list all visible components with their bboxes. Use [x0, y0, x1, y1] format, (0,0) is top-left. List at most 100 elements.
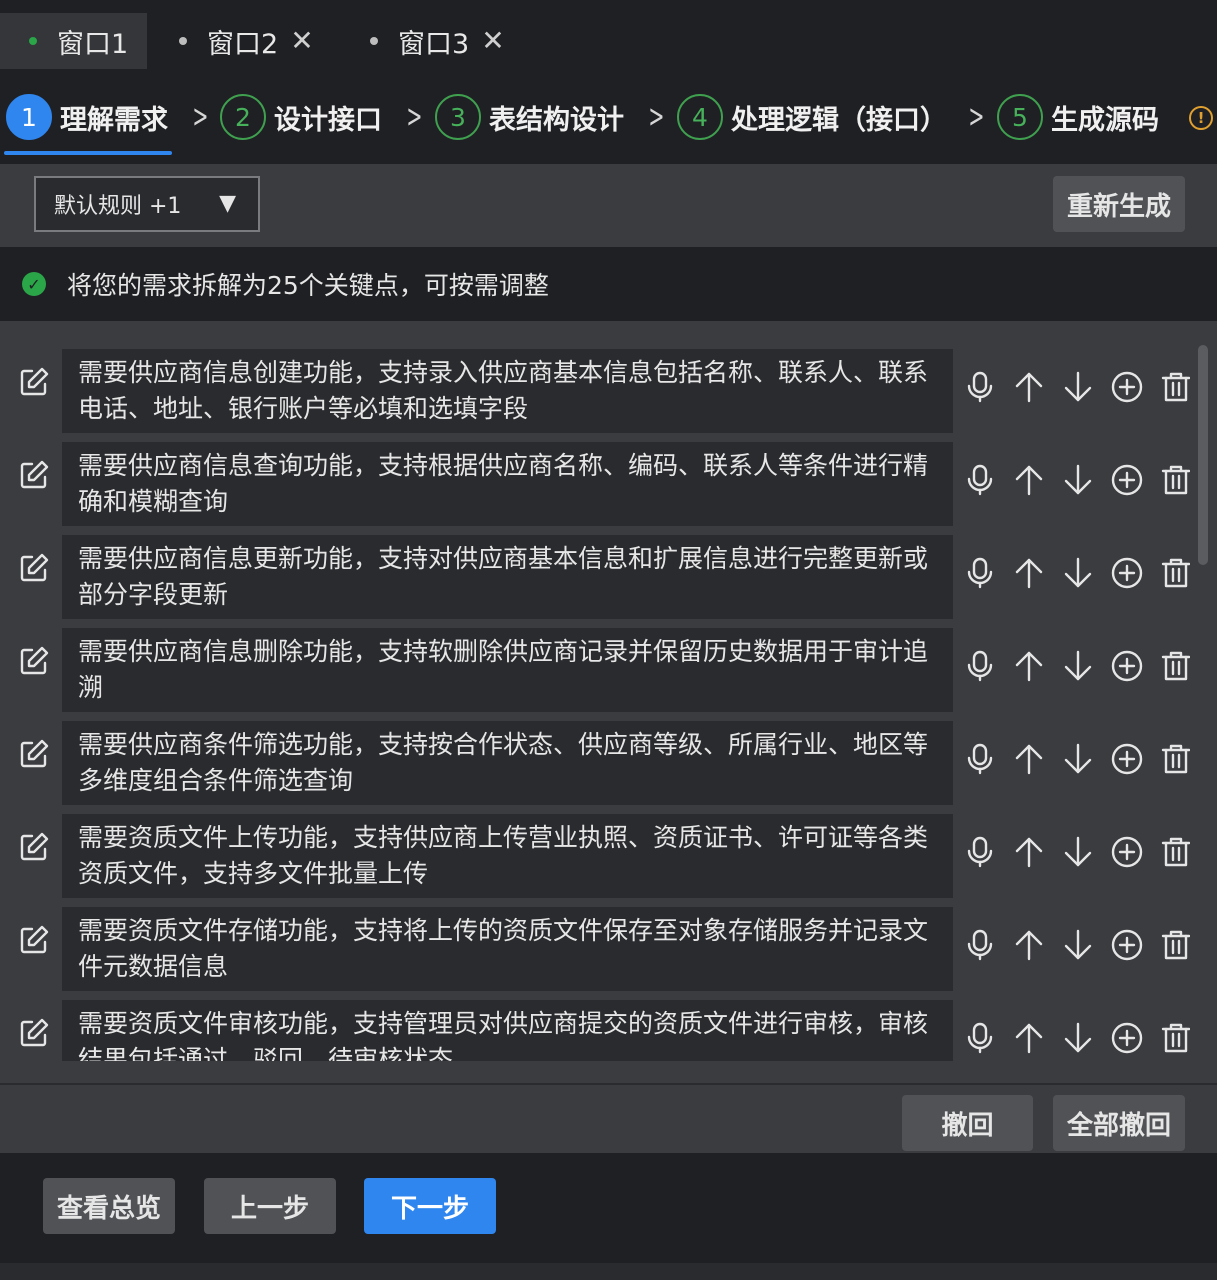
step-number: 2 — [220, 94, 266, 140]
arrow-down-icon[interactable] — [1060, 741, 1096, 777]
arrow-up-icon[interactable] — [1011, 741, 1047, 777]
row-actions — [962, 834, 1190, 870]
arrow-up-icon[interactable] — [1011, 834, 1047, 870]
add-circle-icon[interactable] — [1109, 369, 1145, 405]
step-table-design[interactable]: 3 表结构设计 — [435, 94, 624, 140]
arrow-up-icon[interactable] — [1011, 369, 1047, 405]
arrow-down-icon[interactable] — [1060, 834, 1096, 870]
list-item: 需要供应商信息创建功能，支持录入供应商基本信息包括名称、联系人、联系电话、地址、… — [0, 341, 1190, 434]
arrow-up-icon[interactable] — [1011, 462, 1047, 498]
requirement-text[interactable]: 需要资质文件审核功能，支持管理员对供应商提交的资质文件进行审核，审核结果包括通过… — [62, 1000, 953, 1061]
bottom-strip — [0, 1263, 1217, 1280]
microphone-icon[interactable] — [962, 555, 998, 591]
step-number: 1 — [6, 94, 52, 140]
step-navigator: 1 理解需求 > 2 设计接口 > 3 表结构设计 > 4 处理逻辑（接口） >… — [0, 84, 1217, 150]
microphone-icon[interactable] — [962, 648, 998, 684]
microphone-icon[interactable] — [962, 741, 998, 777]
step-number: 4 — [677, 94, 723, 140]
arrow-down-icon[interactable] — [1060, 1020, 1096, 1056]
step-understand-requirements[interactable]: 1 理解需求 — [6, 94, 168, 140]
requirement-text[interactable]: 需要供应商信息查询功能，支持根据供应商名称、编码、联系人等条件进行精确和模糊查询 — [62, 442, 953, 526]
trash-icon[interactable] — [1158, 648, 1190, 684]
step-label: 生成源码 — [1051, 104, 1159, 136]
regenerate-button[interactable]: 重新生成 — [1053, 176, 1185, 232]
step-label: 理解需求 — [60, 104, 168, 136]
requirement-text[interactable]: 需要资质文件上传功能，支持供应商上传营业执照、资质证书、许可证等各类资质文件，支… — [62, 814, 953, 898]
list-item: 需要供应商信息查询功能，支持根据供应商名称、编码、联系人等条件进行精确和模糊查询 — [0, 434, 1190, 527]
undo-all-button[interactable]: 全部撤回 — [1053, 1095, 1185, 1151]
arrow-up-icon[interactable] — [1011, 927, 1047, 963]
window-tabbar: 窗口1 窗口2 ✕ 窗口3 ✕ — [0, 0, 1217, 84]
result-notice: ✓ 将您的需求拆解为25个关键点，可按需调整 — [0, 247, 1217, 321]
window-tab-label: 窗口3 — [398, 28, 470, 60]
rules-toolbar: 默认规则 +1 ▼ 重新生成 — [0, 164, 1217, 247]
arrow-down-icon[interactable] — [1060, 369, 1096, 405]
arrow-up-icon[interactable] — [1011, 555, 1047, 591]
step-generate-source[interactable]: 5 生成源码 — [997, 94, 1159, 140]
window-tab-2[interactable]: 窗口2 ✕ — [179, 13, 314, 69]
undo-bar: 撤回 全部撤回 — [0, 1083, 1217, 1153]
status-dot-icon — [179, 37, 187, 45]
microphone-icon[interactable] — [962, 462, 998, 498]
window-tab-label: 窗口1 — [57, 28, 129, 60]
edit-icon[interactable] — [18, 831, 50, 863]
requirement-text[interactable]: 需要供应商信息删除功能，支持软删除供应商记录并保留历史数据用于审计追溯 — [62, 628, 953, 712]
add-circle-icon[interactable] — [1109, 834, 1145, 870]
trash-icon[interactable] — [1158, 741, 1190, 777]
edit-icon[interactable] — [18, 738, 50, 770]
arrow-down-icon[interactable] — [1060, 648, 1096, 684]
step-label: 设计接口 — [274, 104, 382, 136]
trash-icon[interactable] — [1158, 462, 1190, 498]
add-circle-icon[interactable] — [1109, 462, 1145, 498]
window-tab-3[interactable]: 窗口3 ✕ — [370, 13, 505, 69]
add-circle-icon[interactable] — [1109, 555, 1145, 591]
add-circle-icon[interactable] — [1109, 1020, 1145, 1056]
previous-step-button[interactable]: 上一步 — [204, 1178, 336, 1234]
next-step-button[interactable]: 下一步 — [364, 1178, 496, 1234]
list-item: 需要供应商信息删除功能，支持软删除供应商记录并保留历史数据用于审计追溯 — [0, 620, 1190, 713]
requirement-text[interactable]: 需要供应商信息更新功能，支持对供应商基本信息和扩展信息进行完整更新或部分字段更新 — [62, 535, 953, 619]
microphone-icon[interactable] — [962, 927, 998, 963]
trash-icon[interactable] — [1158, 369, 1190, 405]
arrow-down-icon[interactable] — [1060, 462, 1096, 498]
requirement-text[interactable]: 需要供应商信息创建功能，支持录入供应商基本信息包括名称、联系人、联系电话、地址、… — [62, 349, 953, 433]
row-actions — [962, 369, 1190, 405]
edit-icon[interactable] — [18, 459, 50, 491]
step-number: 5 — [997, 94, 1043, 140]
edit-icon[interactable] — [18, 924, 50, 956]
arrow-up-icon[interactable] — [1011, 1020, 1047, 1056]
arrow-down-icon[interactable] — [1060, 927, 1096, 963]
close-icon[interactable]: ✕ — [290, 27, 313, 55]
trash-icon[interactable] — [1158, 834, 1190, 870]
add-circle-icon[interactable] — [1109, 648, 1145, 684]
requirement-text[interactable]: 需要供应商条件筛选功能，支持按合作状态、供应商等级、所属行业、地区等多维度组合条… — [62, 721, 953, 805]
edit-icon[interactable] — [18, 645, 50, 677]
view-overview-button[interactable]: 查看总览 — [43, 1178, 175, 1234]
arrow-up-icon[interactable] — [1011, 648, 1047, 684]
step-processing-logic[interactable]: 4 处理逻辑（接口） — [677, 94, 947, 140]
trash-icon[interactable] — [1158, 555, 1190, 591]
step-design-api[interactable]: 2 设计接口 — [220, 94, 382, 140]
chevron-right-icon: > — [968, 97, 985, 135]
window-tab-1[interactable]: 窗口1 — [0, 13, 147, 69]
close-icon[interactable]: ✕ — [481, 27, 504, 55]
info-icon[interactable]: ! — [1189, 106, 1213, 130]
requirement-list[interactable]: 需要供应商信息创建功能，支持录入供应商基本信息包括名称、联系人、联系电话、地址、… — [0, 341, 1190, 1061]
step-number: 3 — [435, 94, 481, 140]
microphone-icon[interactable] — [962, 1020, 998, 1056]
arrow-down-icon[interactable] — [1060, 555, 1096, 591]
edit-icon[interactable] — [18, 366, 50, 398]
edit-icon[interactable] — [18, 1017, 50, 1049]
add-circle-icon[interactable] — [1109, 741, 1145, 777]
scrollbar-thumb[interactable] — [1198, 345, 1208, 565]
status-dot-icon — [370, 37, 378, 45]
microphone-icon[interactable] — [962, 834, 998, 870]
microphone-icon[interactable] — [962, 369, 998, 405]
requirement-text[interactable]: 需要资质文件存储功能，支持将上传的资质文件保存至对象存储服务并记录文件元数据信息 — [62, 907, 953, 991]
rule-select-dropdown[interactable]: 默认规则 +1 ▼ — [34, 176, 260, 232]
trash-icon[interactable] — [1158, 927, 1190, 963]
trash-icon[interactable] — [1158, 1020, 1190, 1056]
edit-icon[interactable] — [18, 552, 50, 584]
add-circle-icon[interactable] — [1109, 927, 1145, 963]
undo-button[interactable]: 撤回 — [902, 1095, 1033, 1151]
